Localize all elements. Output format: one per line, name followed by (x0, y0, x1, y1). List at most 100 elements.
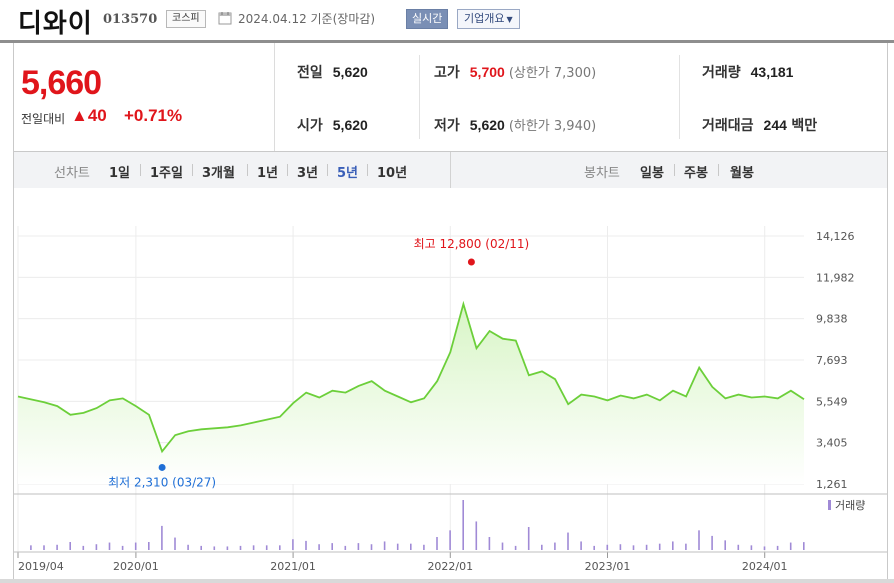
volume-bar (619, 544, 622, 550)
volume-bar (108, 542, 111, 550)
amount-unit: 백만 (791, 118, 818, 134)
volume-bar (514, 545, 517, 550)
tabs-divider (450, 152, 451, 189)
tab-weekly[interactable]: 주봉 (684, 162, 708, 181)
high-value: 5,700 (469, 64, 505, 80)
tab-1d[interactable]: 1일 (109, 162, 130, 181)
volume-bar (318, 544, 320, 550)
tab-separator (327, 164, 328, 176)
prev-close-label: 전일 (297, 65, 323, 81)
price-chart-area: 14,126 11,982 9,838 7,693 5,549 3,405 1,261 201… (13, 188, 888, 579)
tab-3y[interactable]: 3년 (297, 162, 318, 181)
volume-bar (580, 541, 582, 550)
tab-3m[interactable]: 3개월 (202, 162, 235, 181)
volume-bar (305, 540, 307, 550)
divider (419, 55, 420, 139)
x-tick-label: 2022/01 (427, 560, 473, 573)
volume-bar (672, 541, 674, 550)
diff-label: 전일대비 (21, 112, 66, 126)
y-tick-label: 11,982 (816, 271, 855, 284)
volume-bar (82, 545, 85, 550)
chart-tabs: 선차트 1일 1주일 3개월 1년 3년 5년 10년 봉차트 일봉 주봉 월봉 (13, 151, 888, 190)
company-overview-button[interactable]: 기업개요 ▼ (457, 9, 520, 29)
tab-1w[interactable]: 1주일 (150, 162, 183, 181)
lower-limit: (하한가 3,940) (508, 119, 597, 134)
tab-separator (140, 164, 141, 176)
y-tick-label: 1,261 (816, 478, 848, 491)
volume-legend-label: 거래량 (835, 499, 865, 512)
volume-bar (265, 545, 268, 550)
amount-label: 거래대금 (702, 118, 754, 134)
volume-bar (803, 542, 805, 550)
realtime-button[interactable]: 실시간 (406, 9, 449, 29)
volume-bar (462, 500, 464, 550)
volume-bar (645, 544, 648, 550)
stock-panel: 디와이 013570 코스피 2024.04.12 기준(장마감) 실시간 기업… (0, 0, 894, 579)
volume-bar (213, 546, 216, 550)
volume-bar (30, 545, 32, 550)
volume-bar (148, 542, 150, 550)
stock-header: 디와이 013570 코스피 2024.04.12 기준(장마감) 실시간 기업… (0, 0, 894, 43)
low-marker (158, 463, 166, 471)
volume-bar (776, 545, 779, 550)
low-annotation: 최저 2,310 (03/27) (108, 475, 216, 489)
amount-value: 244 (763, 117, 787, 133)
line-chart-label: 선차트 (54, 166, 90, 181)
volume-bar (449, 530, 451, 550)
volume-bar (724, 540, 726, 550)
tab-10y[interactable]: 10년 (377, 162, 407, 181)
volume-bar (475, 521, 478, 550)
volume-bar (737, 544, 740, 550)
open-value: 5,620 (332, 117, 368, 133)
volume-bar (606, 544, 609, 550)
prev-close-value: 5,620 (332, 64, 368, 80)
calendar-icon (218, 12, 232, 25)
volume-bar (423, 544, 425, 550)
high-annotation: 최고 12,800 (02/11) (414, 237, 530, 251)
candle-chart-label: 봉차트 (584, 166, 620, 181)
volume-bar (69, 542, 71, 550)
low-label: 저가 (434, 118, 460, 134)
y-tick-label: 14,126 (816, 230, 855, 243)
volume-bar (200, 545, 202, 550)
x-tick-label: 2019/04 (18, 560, 64, 573)
volume-bar (658, 543, 661, 550)
x-tick-label: 2023/01 (585, 560, 631, 573)
price-box: 5,660 전일대비 ▲40 +0.71% (14, 43, 275, 151)
volume-bar (527, 527, 530, 550)
volume-bar (698, 530, 700, 550)
tab-monthly[interactable]: 월봉 (730, 162, 754, 181)
current-price: 5,660 (21, 64, 102, 102)
volume-bar (95, 544, 98, 550)
high-cell: 고가 5,700 (상한가 7,300) (434, 62, 596, 82)
volume-bar (436, 537, 438, 550)
y-tick-label: 9,838 (816, 313, 848, 326)
price-chart[interactable]: 14,126 11,982 9,838 7,693 5,549 3,405 1,261 201… (14, 188, 887, 579)
volume-legend-swatch (828, 500, 831, 510)
x-tick-label: 2024/01 (742, 560, 788, 573)
tab-1y[interactable]: 1년 (257, 162, 278, 181)
tab-separator (718, 164, 719, 176)
stock-name: 디와이 (18, 9, 93, 39)
diff-value: ▲40 (71, 106, 107, 125)
volume-bar (383, 541, 386, 550)
quote-panel: 5,660 전일대비 ▲40 +0.71% 전일 5,620 시가 5,620 고가… (13, 43, 888, 152)
tab-separator (367, 164, 368, 176)
y-tick-label: 3,405 (816, 437, 848, 450)
amount-cell: 거래대금 244 백만 (702, 115, 817, 135)
volume-bar (750, 545, 753, 550)
y-tick-label: 7,693 (816, 354, 848, 367)
volume-bar (226, 546, 229, 550)
volume-bar (121, 545, 124, 550)
tab-separator (192, 164, 193, 176)
volume-bar (410, 543, 412, 550)
volume-bar (134, 542, 137, 550)
volume-bar (174, 537, 176, 550)
tab-5y[interactable]: 5년 (337, 162, 358, 181)
volume-bar (344, 545, 347, 550)
tab-daily[interactable]: 일봉 (640, 162, 664, 181)
volume-label: 거래량 (702, 65, 741, 81)
base-date: 2024.04.12 기준(장마감) (238, 12, 376, 26)
divider (679, 55, 680, 139)
y-tick-label: 5,549 (816, 395, 848, 408)
